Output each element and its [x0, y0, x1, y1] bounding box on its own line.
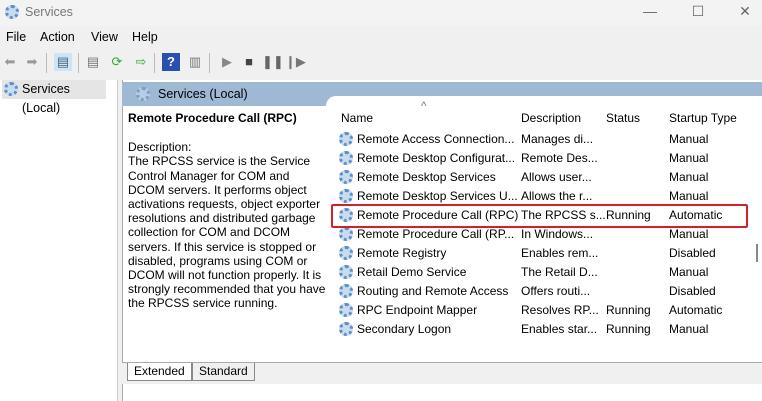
service-row[interactable]: Secondary Logon Enables star... Running … [338, 320, 748, 339]
services-icon [4, 82, 18, 96]
service-gear-icon [339, 227, 353, 241]
service-row[interactable]: Routing and Remote Access Offers routi..… [338, 282, 748, 301]
start-service-icon[interactable]: ▶ [218, 53, 236, 71]
properties-icon[interactable]: ▤ [84, 53, 102, 71]
service-row[interactable]: RPC Endpoint Mapper Resolves RP... Runni… [338, 301, 748, 320]
service-startup-type: Manual [669, 132, 709, 146]
service-gear-icon [339, 170, 353, 184]
service-name: Routing and Remote Access [357, 284, 509, 298]
highlight-box [331, 204, 748, 228]
menu-file[interactable]: File [6, 30, 26, 44]
tab-standard[interactable]: Standard [192, 363, 255, 381]
service-row[interactable]: Remote Desktop Services Allows user... M… [338, 168, 748, 187]
service-startup-type: Manual [669, 265, 709, 279]
toolbar: ⬅ ➡ ▤ ▤ ⟳ ⇨ ? ▥ ▶ ■ ❚❚ ❙▶ [0, 50, 762, 76]
service-name: Remote Desktop Configurat... [357, 151, 516, 165]
service-name: Remote Access Connection... [357, 132, 515, 146]
service-gear-icon [339, 189, 353, 203]
service-startup-type: Manual [669, 170, 709, 184]
maximize-button[interactable]: ☐ [688, 3, 708, 21]
column-header-name[interactable]: Name [341, 111, 373, 125]
forward-icon[interactable]: ➡ [23, 53, 41, 71]
service-name: Secondary Logon [357, 322, 452, 336]
console-tree [0, 80, 118, 401]
service-gear-icon [339, 151, 353, 165]
pause-service-icon[interactable]: ❚❚ [262, 53, 284, 71]
service-description: Manages di... [521, 132, 594, 146]
service-startup-type: Automatic [669, 303, 723, 317]
service-startup-type: Manual [669, 151, 709, 165]
service-gear-icon [339, 284, 353, 298]
service-name: Remote Registry [357, 246, 447, 260]
show-hide-console-tree-icon[interactable]: ▤ [54, 53, 72, 71]
export-list-icon[interactable]: ⇨ [132, 53, 150, 71]
service-gear-icon [339, 322, 353, 336]
description-text: The RPCSS service is the Service Control… [128, 154, 326, 311]
service-row[interactable]: Remote Desktop Configurat... Remote Des.… [338, 149, 748, 168]
service-description: The Retail D... [521, 265, 598, 279]
minimize-button[interactable]: — [640, 3, 660, 21]
service-row[interactable]: Remote Access Connection... Manages di..… [338, 130, 748, 149]
service-status: Running [606, 322, 651, 336]
service-description: Enables star... [521, 322, 598, 336]
refresh-icon[interactable]: ⟳ [108, 53, 126, 71]
service-description: Allows user... [521, 170, 592, 184]
description-panel: Remote Procedure Call (RPC) Description:… [128, 111, 328, 311]
back-icon[interactable]: ⬅ [1, 53, 19, 71]
column-header-description[interactable]: Description [521, 111, 581, 125]
service-status: Running [606, 303, 651, 317]
close-button[interactable]: ✕ [735, 3, 755, 21]
service-description: Enables rem... [521, 246, 599, 260]
services-app-icon [5, 5, 19, 19]
services-icon [136, 87, 150, 101]
service-gear-icon [339, 265, 353, 279]
description-label: Description: [128, 140, 192, 155]
service-row[interactable]: Retail Demo Service The Retail D... Manu… [338, 263, 748, 282]
selected-service-name: Remote Procedure Call (RPC) [128, 111, 297, 125]
scrollbar-thumb[interactable] [756, 244, 758, 262]
window-title: Services [25, 5, 73, 19]
service-description: Resolves RP... [521, 303, 599, 317]
sort-ascending-icon: ^ [421, 99, 427, 113]
service-gear-icon [339, 303, 353, 317]
tab-extended[interactable]: Extended [127, 363, 192, 381]
stop-service-icon[interactable]: ■ [240, 53, 258, 71]
service-startup-type: Disabled [669, 284, 716, 298]
action-pane-icon[interactable]: ▥ [186, 53, 204, 71]
service-name: Retail Demo Service [357, 265, 467, 279]
menu-view[interactable]: View [91, 30, 118, 44]
service-description: Remote Des... [521, 151, 598, 165]
service-row[interactable]: Remote Registry Enables rem... Disabled [338, 244, 748, 263]
service-startup-type: Disabled [669, 246, 716, 260]
restart-service-icon[interactable]: ❙▶ [285, 53, 306, 71]
menu-help[interactable]: Help [132, 30, 158, 44]
service-gear-icon [339, 132, 353, 146]
menu-action[interactable]: Action [40, 30, 75, 44]
service-gear-icon [339, 246, 353, 260]
column-header-startup-type[interactable]: Startup Type [669, 111, 737, 125]
service-name: RPC Endpoint Mapper [357, 303, 478, 317]
service-name: Remote Desktop Services [357, 170, 496, 184]
service-description: Offers routi... [521, 284, 591, 298]
column-header-status[interactable]: Status [606, 111, 640, 125]
tree-item-services-local[interactable]: Services (Local) [2, 80, 106, 115]
help-icon[interactable]: ? [162, 53, 180, 71]
pane-header-title: Services (Local) [158, 87, 248, 101]
service-startup-type: Manual [669, 322, 709, 336]
